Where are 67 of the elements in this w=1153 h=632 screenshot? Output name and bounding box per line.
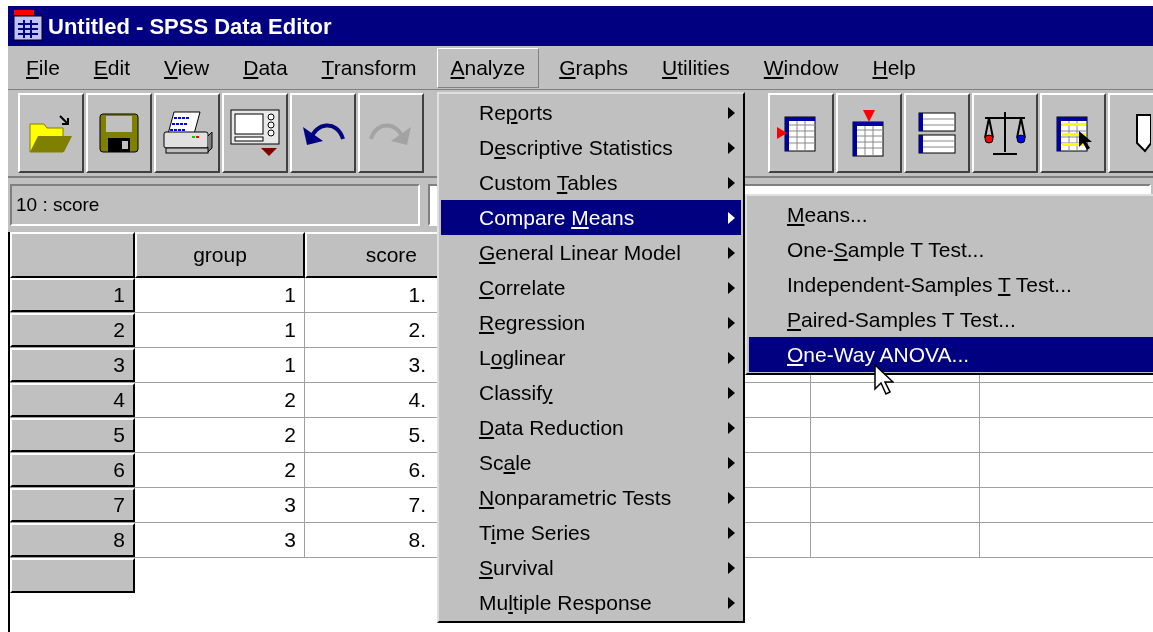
submenu-arrow-icon [728,491,735,504]
row-header[interactable]: 2 [10,313,135,347]
menu-entry[interactable]: Multiple Response [441,585,741,620]
table-cell: 1 [135,313,305,347]
toolbar-button[interactable] [154,93,220,173]
toolbar-button[interactable] [836,93,902,173]
submenu-arrow-icon [728,106,735,119]
submenu-arrow-icon [728,316,735,329]
submenu-arrow-icon [728,281,735,294]
column-header[interactable]: group [135,232,305,278]
menu-entry[interactable]: Compare Means [441,200,741,235]
submenu-arrow-icon [728,211,735,224]
row-header[interactable]: 1 [10,278,135,312]
menu-item[interactable]: View [150,47,224,88]
table-cell: 2 [135,418,305,452]
toolbar-button[interactable] [972,93,1038,173]
submenu-arrow-icon [728,351,735,364]
submenu-arrow-icon [728,141,735,154]
table-cell: 1 [135,348,305,382]
toolbar-button[interactable] [222,93,288,173]
toolbar-button[interactable] [904,93,970,173]
row-header[interactable]: 7 [10,488,135,522]
submenu-arrow-icon [728,246,735,259]
toolbar-button[interactable] [86,93,152,173]
submenu-arrow-icon [728,456,735,469]
table-cell: 1 [135,278,305,312]
menu-entry[interactable]: Descriptive Statistics [441,130,741,165]
row-header[interactable]: 3 [10,348,135,382]
submenu-arrow-icon [728,421,735,434]
window-title: Untitled - SPSS Data Editor [48,12,332,41]
row-header[interactable]: 6 [10,453,135,487]
row-header[interactable] [10,558,135,593]
menu-item[interactable]: Transform [307,47,431,88]
menu-item[interactable]: Edit [79,47,145,88]
submenu-arrow-icon [728,526,735,539]
menu-entry[interactable]: Independent-Samples T Test... [749,267,1153,302]
menu-entry[interactable]: Paired-Samples T Test... [749,302,1153,337]
menu-item[interactable]: Graphs [545,47,643,88]
menu-entry[interactable]: Reports [441,95,741,130]
toolbar-button[interactable] [290,93,356,173]
menu-item[interactable]: Data [229,47,302,88]
submenu-arrow-icon [728,596,735,609]
table-cell: 3 [135,488,305,522]
table-cell: 2 [135,453,305,487]
table-cell: 3 [135,523,305,557]
submenu-arrow-icon [728,386,735,399]
menu-entry[interactable]: Means... [749,197,1153,232]
menu-item[interactable]: Utilities [648,47,744,88]
toolbar-button[interactable] [1040,93,1106,173]
menu-entry[interactable]: Custom Tables [441,165,741,200]
toolbar-button[interactable] [18,93,84,173]
submenu-arrow-icon [728,561,735,574]
menu-item[interactable]: Analyze [436,47,540,88]
table-cell: 2 [135,383,305,417]
menu-item[interactable]: Help [858,47,930,88]
menu-entry[interactable]: One-Way ANOVA... [749,337,1153,372]
toolbar-button[interactable] [768,93,834,173]
cell-reference-field[interactable]: 10 : score [10,184,420,226]
menu-item[interactable]: Window [749,47,853,88]
menu-entry[interactable]: One-Sample T Test... [749,232,1153,267]
mouse-pointer-icon [874,364,894,396]
row-header[interactable]: 4 [10,383,135,417]
submenu-arrow-icon [728,176,735,189]
row-header[interactable]: 8 [10,523,135,557]
menu-item[interactable]: File [12,47,74,88]
row-header[interactable]: 5 [10,418,135,452]
data-grid-icon [12,10,44,42]
